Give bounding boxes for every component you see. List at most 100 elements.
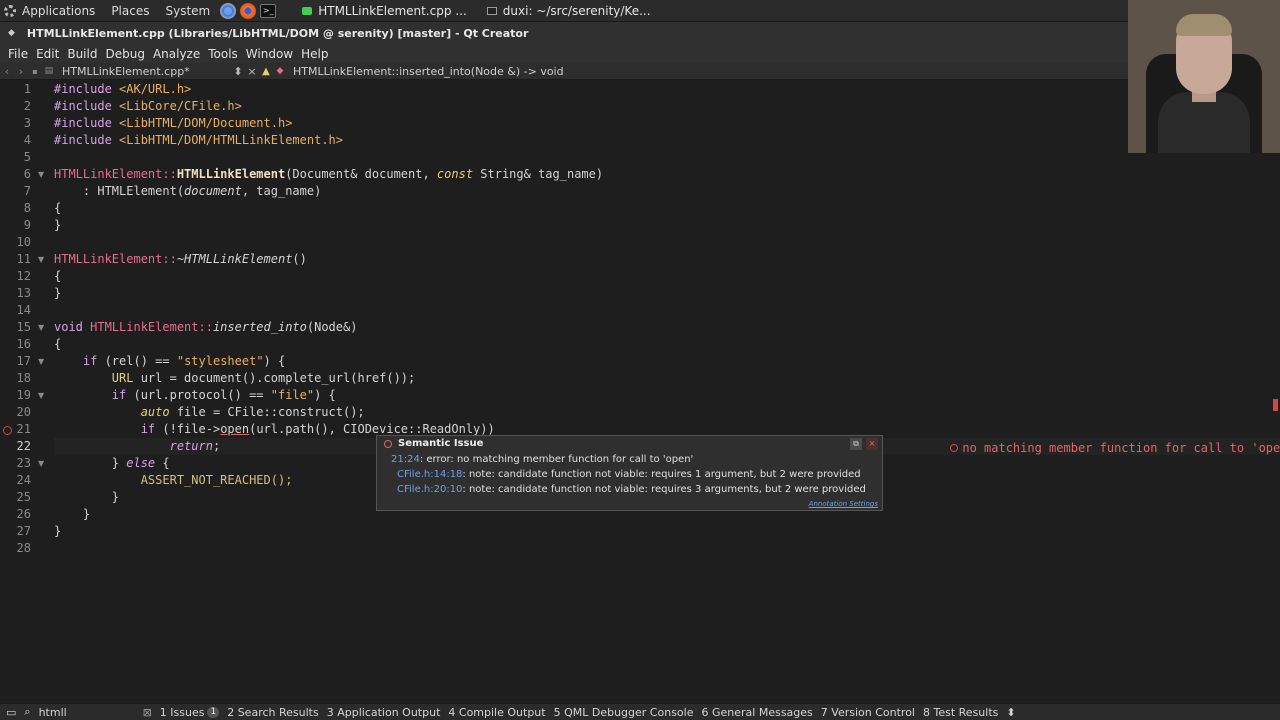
code-line: }: [54, 524, 62, 538]
clear-locator-icon[interactable]: ⊠: [139, 706, 156, 719]
code-editor[interactable]: 1 2 3 4 5 6 7 8 9 10 11 12 13 14 15 16 1…: [0, 81, 1280, 703]
window-titlebar[interactable]: ◆ HTMLLinkElement.cpp (Libraries/LibHTML…: [0, 22, 1280, 44]
annotation-settings-link[interactable]: Annotation Settings: [809, 500, 878, 508]
open-documents-combo[interactable]: HTMLLinkElement.cpp*: [56, 65, 231, 78]
line-number: 7: [23, 184, 31, 198]
line-number: 28: [16, 541, 31, 555]
editor-toolbar: ‹ › ▪ ▤ HTMLLinkElement.cpp* ⬍ × ▲ ◆ HTM…: [0, 63, 1280, 80]
menu-file[interactable]: File: [4, 47, 32, 61]
window-title: HTMLLinkElement.cpp (Libraries/LibHTML/D…: [26, 26, 529, 40]
code-line: #include <LibHTML/DOM/Document.h>: [54, 116, 293, 130]
error-marker-icon[interactable]: [3, 426, 12, 435]
locator-input[interactable]: htmll: [35, 706, 139, 719]
window-menu-icon[interactable]: ◆: [8, 28, 15, 38]
pane-issues[interactable]: 1 Issues 1: [156, 706, 223, 719]
back-arrow-icon[interactable]: ‹: [0, 65, 14, 78]
applications-menu[interactable]: Applications: [0, 0, 103, 22]
code-line: #include <LibCore/CFile.h>: [54, 99, 242, 113]
places-menu[interactable]: Places: [103, 0, 157, 22]
line-number: 12: [16, 269, 31, 283]
fold-arrow-icon[interactable]: ▼: [38, 455, 44, 472]
code-line: if (url.protocol() == "file") {: [54, 388, 336, 402]
pane-qml-debugger-console[interactable]: 5 QML Debugger Console: [550, 706, 698, 719]
line-number: 17: [16, 354, 31, 368]
error-location-link[interactable]: 21:24: [391, 454, 420, 465]
pane-compile-output[interactable]: 4 Compile Output: [444, 706, 549, 719]
line-number: 22: [16, 439, 31, 453]
note-location-link[interactable]: CFile.h:14:18: [397, 469, 462, 480]
code-line: }: [54, 507, 91, 521]
webcam-overlay: [1128, 0, 1280, 153]
output-pane-bar: ▭ ⌕ htmll ⊠ 1 Issues 1 2 Search Results 3…: [0, 703, 1280, 720]
code-line: }: [54, 490, 120, 504]
copy-icon[interactable]: ⧉: [850, 438, 862, 450]
symbol-combo[interactable]: HTMLLinkElement::inserted_into(Node &) -…: [287, 65, 564, 78]
fold-arrow-icon[interactable]: ▼: [38, 319, 44, 336]
line-number: 16: [16, 337, 31, 351]
firefox-launcher-icon[interactable]: [240, 2, 257, 19]
menu-analyze[interactable]: Analyze: [149, 47, 204, 61]
tooltip-title: Semantic Issue: [384, 438, 483, 449]
menu-bar: File Edit Build Debug Analyze Tools Wind…: [0, 44, 1280, 63]
warning-icon: ▲: [262, 65, 270, 77]
toggle-sidebar-icon[interactable]: ▭: [0, 706, 20, 719]
close-icon[interactable]: ×: [866, 438, 878, 450]
locator-search-icon: ⌕: [24, 705, 31, 718]
line-number-gutter: 1 2 3 4 5 6 7 8 9 10 11 12 13 14 15 16 1…: [0, 81, 54, 703]
menu-window[interactable]: Window: [242, 47, 297, 61]
fold-arrow-icon[interactable]: ▼: [38, 251, 44, 268]
chromium-launcher-icon[interactable]: [220, 2, 237, 19]
forward-arrow-icon[interactable]: ›: [14, 65, 28, 78]
line-number: 4: [23, 133, 31, 147]
close-document-icon[interactable]: ×: [245, 65, 259, 78]
fold-arrow-icon[interactable]: ▼: [38, 387, 44, 404]
code-area[interactable]: #include <AK/URL.h> #include <LibCore/CF…: [54, 81, 1280, 703]
menu-help[interactable]: Help: [297, 47, 332, 61]
code-line: {: [54, 269, 62, 283]
more-panes-icon[interactable]: ⬍: [1002, 706, 1019, 719]
scrollbar-error-marker[interactable]: [1273, 399, 1278, 411]
symbol-icon: ◆: [276, 66, 284, 76]
fold-arrow-icon[interactable]: ▼: [38, 166, 44, 183]
code-line: void HTMLLinkElement::inserted_into(Node…: [54, 320, 358, 334]
fold-arrow-icon[interactable]: ▼: [38, 353, 44, 370]
pane-general-messages[interactable]: 6 General Messages: [697, 706, 816, 719]
line-number: 19: [16, 388, 31, 402]
pane-search-results[interactable]: 2 Search Results: [223, 706, 323, 719]
pane-application-output[interactable]: 3 Application Output: [323, 706, 445, 719]
line-number: 9: [23, 218, 31, 232]
menu-edit[interactable]: Edit: [32, 47, 63, 61]
code-line: #include <AK/URL.h>: [54, 82, 192, 96]
menu-debug[interactable]: Debug: [101, 47, 148, 61]
error-circle-icon: [384, 439, 392, 448]
semantic-issue-tooltip: Semantic Issue ⧉ × 21:24: error: no matc…: [376, 435, 883, 511]
system-menu[interactable]: System: [157, 0, 218, 22]
taskbar-item-qtcreator[interactable]: HTMLLinkElement.cpp ...: [292, 0, 477, 22]
line-number: 3: [23, 116, 31, 130]
inline-error-annotation[interactable]: no matching member function for call to …: [907, 423, 1280, 455]
line-number: 13: [16, 286, 31, 300]
qtcreator-app-icon: [302, 6, 313, 15]
tooltip-note-row: CFile.h:20:10: note: candidate function …: [397, 484, 866, 495]
code-line: HTMLLinkElement::HTMLLinkElement(Documen…: [54, 167, 604, 181]
line-number: 23: [16, 456, 31, 470]
menu-build[interactable]: Build: [63, 47, 101, 61]
tooltip-error-row: 21:24: error: no matching member functio…: [391, 454, 694, 465]
terminal-launcher-icon[interactable]: >_: [260, 3, 277, 18]
code-line: {: [54, 201, 62, 215]
line-number: 18: [16, 371, 31, 385]
note-location-link[interactable]: CFile.h:20:10: [397, 484, 462, 495]
line-number: 24: [16, 473, 31, 487]
webcam-person-hair: [1176, 14, 1232, 36]
combo-arrows-icon[interactable]: ⬍: [231, 65, 245, 78]
pane-version-control[interactable]: 7 Version Control: [817, 706, 919, 719]
menu-tools[interactable]: Tools: [204, 47, 242, 61]
desktop-top-panel: Applications Places System >_ HTMLLinkEl…: [0, 0, 1280, 22]
taskbar-item-terminal[interactable]: duxi: ~/src/serenity/Ke...: [477, 0, 661, 22]
line-number: 6: [23, 167, 31, 181]
gnome-foot-icon: [4, 4, 16, 17]
code-line: }: [54, 218, 62, 232]
code-line: return;: [54, 439, 221, 453]
line-number: 1: [23, 82, 31, 96]
pane-test-results[interactable]: 8 Test Results: [919, 706, 1002, 719]
